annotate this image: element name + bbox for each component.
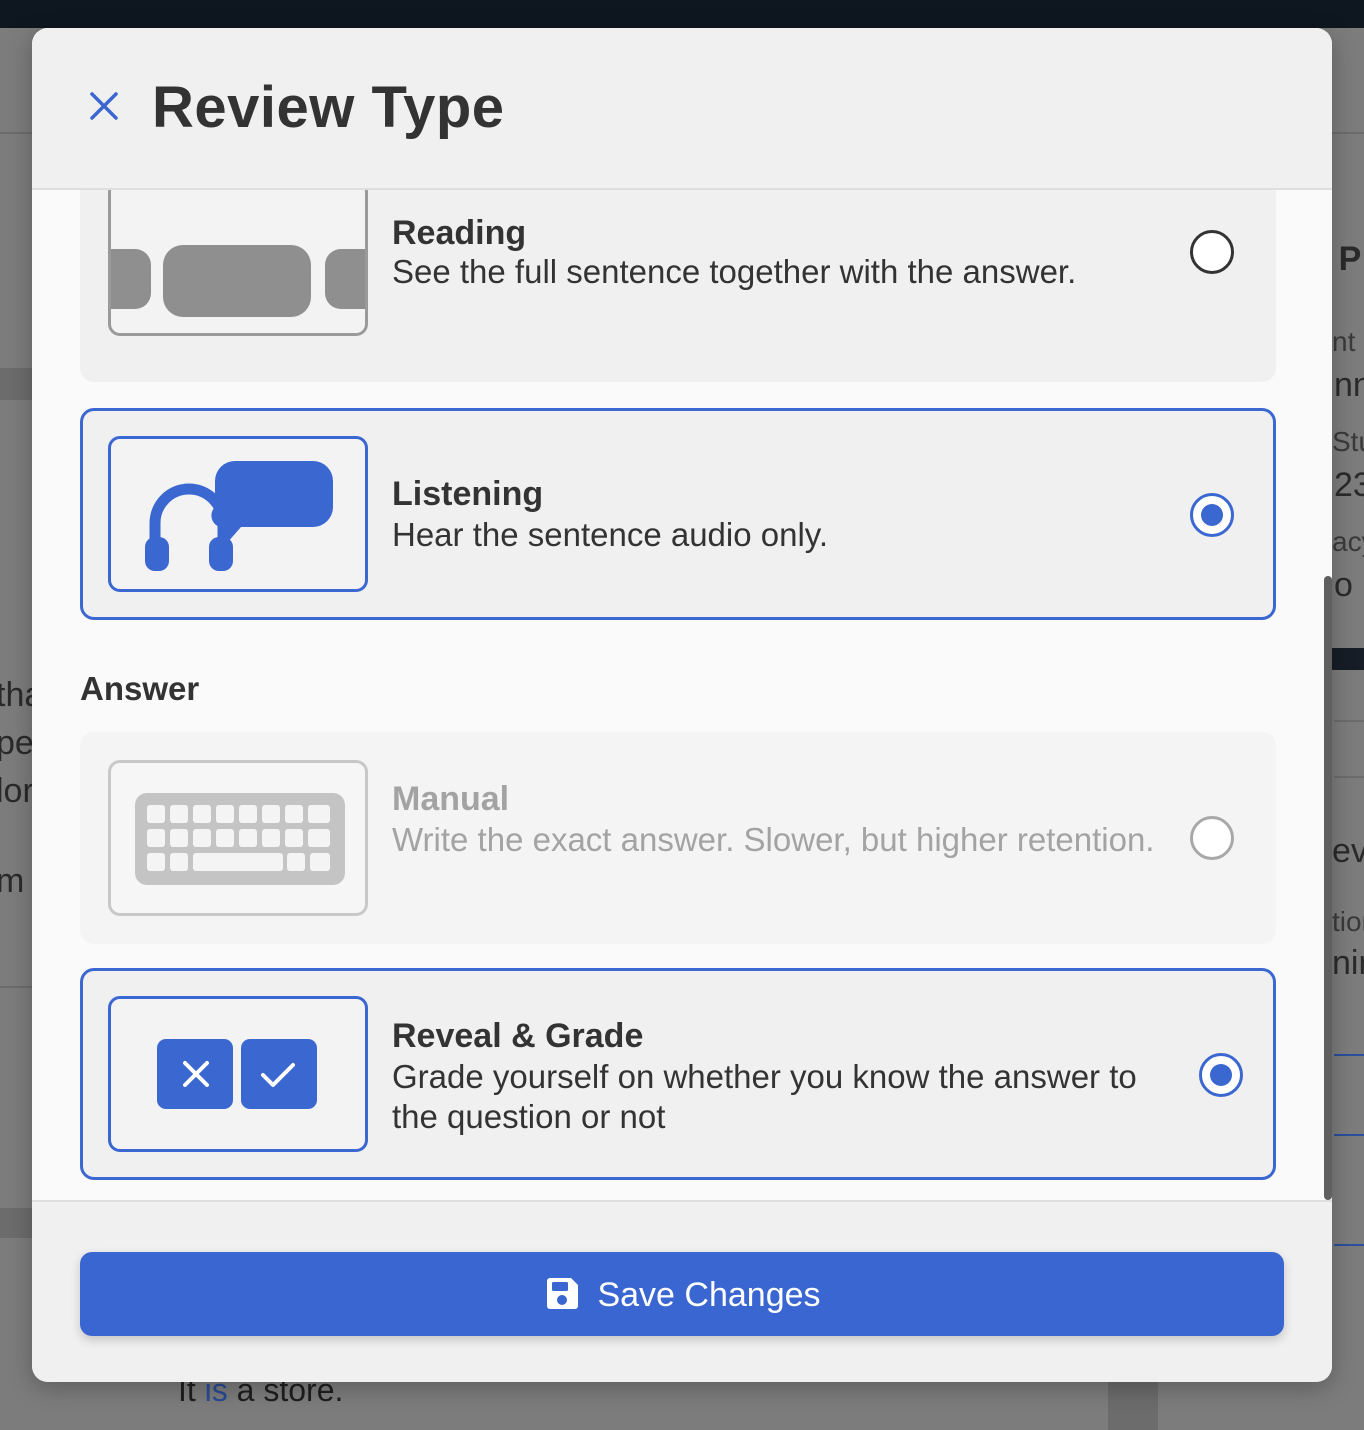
review-type-modal: Review Type Reading See the full sentenc… — [32, 28, 1332, 1382]
reading-option-icon — [108, 190, 368, 336]
bg-text-fragment: nt — [1332, 326, 1356, 357]
option-description: Write the exact answer. Slower, but high… — [392, 821, 1155, 858]
option-title: Manual — [392, 780, 510, 818]
bg-text-fragment: nna — [1334, 366, 1364, 404]
bg-divider — [1334, 720, 1364, 722]
bg-accent-line — [1334, 1244, 1364, 1246]
modal-body[interactable]: Reading See the full sentence together w… — [32, 190, 1332, 1200]
bg-divider — [0, 1208, 32, 1238]
bg-accent-line — [1334, 1134, 1364, 1136]
option-description: Grade yourself on whether you know the a… — [392, 1058, 1137, 1135]
radio-listening[interactable] — [1190, 493, 1234, 537]
bg-text-fragment: o — [1334, 566, 1353, 604]
bg-text-fragment: lor — [0, 772, 34, 810]
listening-option-icon — [108, 436, 368, 592]
option-manual[interactable]: Manual Write the exact answer. Slower, b… — [80, 732, 1276, 944]
keyboard-icon — [135, 793, 345, 885]
grade-cross-check-icon — [157, 1039, 317, 1109]
bg-text-fragment: Stu — [1332, 426, 1364, 457]
bg-divider — [0, 368, 32, 400]
answer-section-label: Answer — [80, 670, 200, 707]
option-description: See the full sentence together with the … — [392, 253, 1077, 290]
radio-manual[interactable] — [1190, 816, 1234, 860]
modal-title: Review Type — [152, 75, 505, 140]
radio-reading[interactable] — [1190, 230, 1234, 274]
close-button[interactable] — [82, 84, 126, 128]
radio-reveal-grade[interactable] — [1199, 1053, 1243, 1097]
headphones-speech-icon — [145, 461, 333, 571]
bg-accent-line — [1334, 1054, 1364, 1056]
reveal-grade-option-icon — [108, 996, 368, 1152]
bg-text-fragment: tion — [1332, 906, 1364, 937]
bg-progress-bar — [1330, 648, 1364, 670]
modal-header: Review Type — [32, 28, 1332, 190]
option-listening[interactable]: Listening Hear the sentence audio only. — [80, 408, 1276, 620]
option-description: Hear the sentence audio only. — [392, 516, 829, 553]
bg-text-fragment: nin — [1332, 944, 1364, 982]
option-title: Reading — [392, 214, 527, 252]
modal-footer: Save Changes — [32, 1200, 1332, 1382]
option-title: Reveal & Grade — [392, 1017, 644, 1055]
bg-text-fragment: pe — [0, 724, 34, 762]
bg-text-fragment: 23, — [1334, 466, 1364, 504]
save-changes-button[interactable]: Save Changes — [80, 1252, 1284, 1336]
floppy-disk-icon — [547, 1278, 579, 1309]
option-reading[interactable]: Reading See the full sentence together w… — [80, 190, 1276, 382]
modal-scrollbar[interactable] — [1324, 576, 1332, 1200]
bg-text-fragment: m — [0, 862, 25, 900]
app-top-bar — [0, 0, 1364, 28]
bg-text-fragment: ev — [1332, 832, 1364, 870]
bg-divider — [0, 986, 32, 988]
option-title: Listening — [392, 475, 544, 513]
reading-blanks-icon — [111, 245, 365, 317]
bg-text-fragment: acy — [1332, 526, 1364, 557]
bg-divider — [1108, 1382, 1158, 1430]
option-reveal-grade[interactable]: Reveal & Grade Grade yourself on whether… — [80, 968, 1276, 1180]
bg-divider — [1334, 776, 1364, 778]
manual-option-icon — [108, 760, 368, 916]
close-icon — [90, 92, 118, 120]
save-button-label: Save Changes — [597, 1275, 821, 1314]
